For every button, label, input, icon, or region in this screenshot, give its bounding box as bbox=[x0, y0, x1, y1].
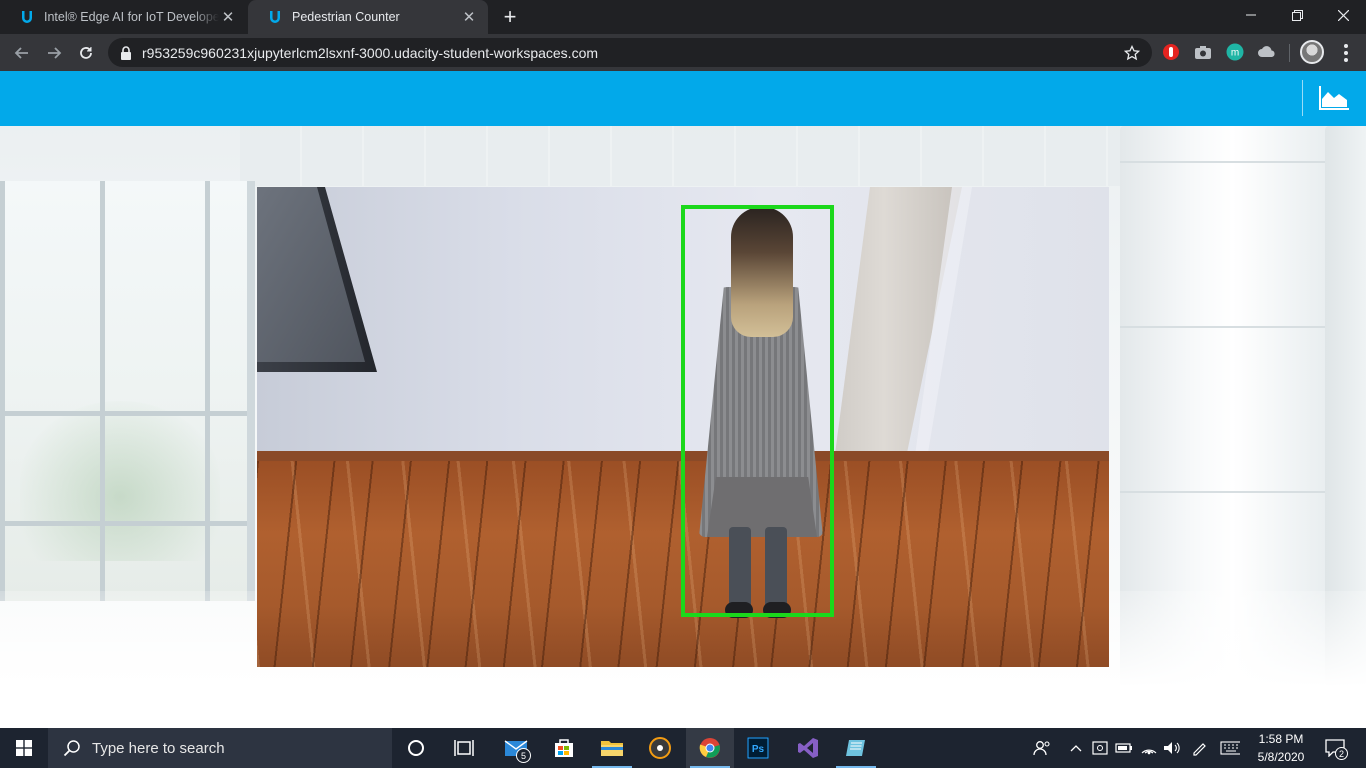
browser-tab-strip: Intel® Edge AI for IoT Developer ✕ Pedes… bbox=[0, 0, 1366, 34]
action-center-icon[interactable]: 2 bbox=[1322, 736, 1348, 760]
toolbar-separator bbox=[1289, 44, 1290, 62]
close-window-icon[interactable] bbox=[1320, 0, 1366, 30]
mail-icon[interactable]: 5 bbox=[492, 728, 540, 768]
device-icon[interactable] bbox=[1090, 738, 1110, 758]
background-ceiling bbox=[240, 126, 1120, 186]
tab-intel-edge-ai[interactable]: Intel® Edge AI for IoT Developer ✕ bbox=[0, 0, 247, 34]
udacity-favicon-icon bbox=[266, 8, 284, 26]
mail-count-badge: 5 bbox=[516, 748, 531, 763]
url-text[interactable]: r953259c960231xjupyterlcm2lsxnf-3000.uda… bbox=[142, 45, 1118, 61]
app-header bbox=[0, 71, 1366, 126]
media-icon[interactable] bbox=[636, 728, 684, 768]
profile-avatar[interactable] bbox=[1300, 40, 1324, 64]
windows-taskbar: Type here to search 5 Ps 1:58 PM 5/8/202… bbox=[0, 728, 1366, 768]
tab-close-icon[interactable]: ✕ bbox=[460, 8, 478, 26]
search-placeholder: Type here to search bbox=[92, 739, 225, 757]
keyboard-icon[interactable] bbox=[1220, 738, 1240, 758]
minimize-window-icon[interactable] bbox=[1228, 0, 1274, 30]
bookmark-star-icon[interactable] bbox=[1118, 39, 1146, 67]
window-transom bbox=[0, 521, 247, 526]
extension-red-icon[interactable] bbox=[1161, 42, 1181, 62]
photoshop-icon[interactable]: Ps bbox=[734, 728, 782, 768]
people-icon[interactable] bbox=[1032, 738, 1052, 758]
udacity-favicon-icon bbox=[18, 8, 36, 26]
taskbar-clock[interactable]: 1:58 PM 5/8/2020 bbox=[1250, 730, 1312, 766]
file-explorer-icon[interactable] bbox=[588, 728, 636, 768]
window-mullion bbox=[205, 181, 210, 601]
tab-close-icon[interactable]: ✕ bbox=[219, 8, 237, 26]
new-tab-button[interactable]: + bbox=[498, 4, 522, 29]
wifi-icon[interactable] bbox=[1139, 738, 1159, 758]
cortana-icon[interactable] bbox=[392, 728, 440, 768]
clock-date: 5/8/2020 bbox=[1257, 750, 1305, 764]
notepad-icon[interactable] bbox=[832, 728, 880, 768]
page-content bbox=[0, 71, 1366, 728]
volume-icon[interactable] bbox=[1162, 738, 1182, 758]
chrome-icon[interactable] bbox=[686, 728, 734, 768]
notification-count-badge: 2 bbox=[1335, 747, 1348, 760]
video-feed bbox=[257, 187, 1109, 667]
svg-text:m: m bbox=[1231, 48, 1239, 59]
browser-toolbar: r953259c960231xjupyterlcm2lsxnf-3000.uda… bbox=[0, 34, 1366, 71]
tab-title: Pedestrian Counter bbox=[292, 10, 400, 24]
battery-icon[interactable] bbox=[1114, 738, 1134, 758]
forward-arrow-icon[interactable] bbox=[40, 39, 68, 67]
visual-studio-icon[interactable] bbox=[784, 728, 832, 768]
m-extension-icon[interactable]: m bbox=[1225, 42, 1245, 62]
svg-text:Ps: Ps bbox=[752, 744, 765, 755]
window-mullion bbox=[100, 181, 105, 601]
tab-title: Intel® Edge AI for IoT Developer bbox=[44, 10, 219, 24]
task-view-icon[interactable] bbox=[440, 728, 488, 768]
store-icon[interactable] bbox=[540, 728, 588, 768]
header-divider bbox=[1302, 80, 1303, 116]
camera-extension-icon[interactable] bbox=[1193, 42, 1213, 62]
restore-window-icon[interactable] bbox=[1274, 0, 1320, 30]
cloud-extension-icon[interactable] bbox=[1257, 42, 1277, 62]
address-bar[interactable]: r953259c960231xjupyterlcm2lsxnf-3000.uda… bbox=[108, 38, 1152, 67]
window-transom bbox=[0, 411, 247, 416]
detection-bounding-box bbox=[681, 205, 834, 617]
search-icon bbox=[62, 738, 82, 758]
pen-icon[interactable] bbox=[1190, 738, 1210, 758]
windows-start-icon[interactable] bbox=[0, 728, 48, 768]
reload-icon[interactable] bbox=[72, 39, 100, 67]
background-trees bbox=[20, 401, 220, 561]
lock-icon[interactable] bbox=[118, 45, 134, 61]
chrome-menu-icon[interactable] bbox=[1336, 42, 1356, 64]
taskbar-search-box[interactable]: Type here to search bbox=[48, 728, 392, 768]
clock-time: 1:58 PM bbox=[1258, 732, 1304, 746]
window-mullion bbox=[0, 181, 5, 601]
show-hidden-icons-chevron-icon[interactable] bbox=[1066, 738, 1086, 758]
background-window bbox=[0, 181, 255, 601]
area-chart-icon[interactable] bbox=[1316, 83, 1352, 113]
tab-pedestrian-counter[interactable]: Pedestrian Counter ✕ bbox=[248, 0, 488, 34]
back-arrow-icon[interactable] bbox=[8, 39, 36, 67]
